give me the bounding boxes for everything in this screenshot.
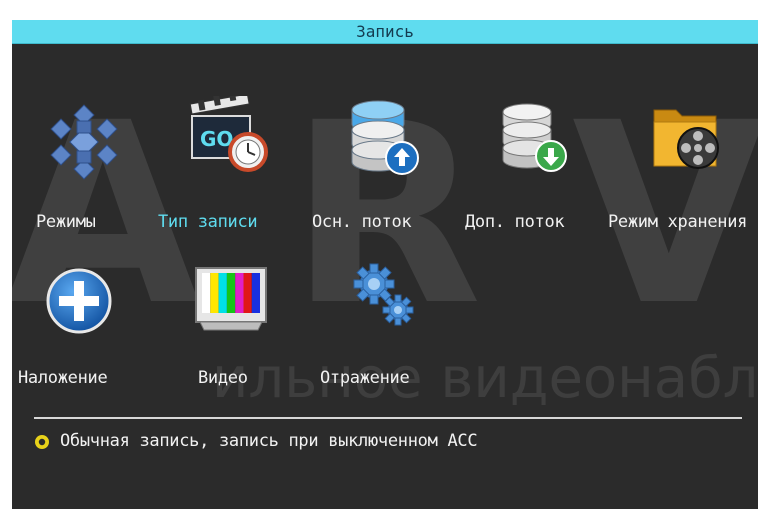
menu-item-storage-mode[interactable]: Режим хранения (608, 94, 758, 234)
database-download-icon (502, 103, 567, 172)
menu-item-label: Режим хранения (608, 212, 748, 232)
menu-item-sub-stream[interactable]: Доп. поток (465, 94, 615, 234)
database-upload-icon (351, 100, 419, 175)
menu-item-label: Наложение (18, 368, 108, 388)
divider (34, 417, 742, 419)
icon-text: GO (200, 127, 233, 151)
tv-color-bars-icon (195, 267, 267, 331)
status-description: Обычная запись, запись при выключенном A… (60, 431, 478, 451)
menu-item-label: Тип записи (158, 212, 258, 232)
menu-item-label: Режимы (36, 212, 96, 232)
menu-item-record-type[interactable]: GO Тип записи (158, 94, 308, 234)
snowflake-cubes-icon (50, 104, 118, 180)
menu-item-main-stream[interactable]: Осн. поток (312, 94, 462, 234)
menu-item-video[interactable]: Видео (192, 258, 302, 398)
menu-item-modes[interactable]: Режимы (36, 94, 146, 234)
gears-icon (353, 263, 414, 326)
folder-film-reel-icon (653, 109, 719, 169)
plus-circle-icon (46, 268, 112, 334)
menu-item-label: Отражение (320, 368, 410, 388)
recording-menu-screen: ARVI ильное видеонаблюд Запись Режимы (12, 20, 758, 509)
radio-dot-icon (35, 435, 49, 449)
menu-item-label: Видео (198, 368, 248, 388)
menu-item-label: Доп. поток (465, 212, 565, 232)
clapperboard-clock-icon: GO (189, 96, 268, 172)
menu-item-overlay[interactable]: Наложение (18, 258, 158, 398)
menu-item-mirror[interactable]: Отражение (320, 258, 460, 398)
menu-item-label: Осн. поток (312, 212, 412, 232)
